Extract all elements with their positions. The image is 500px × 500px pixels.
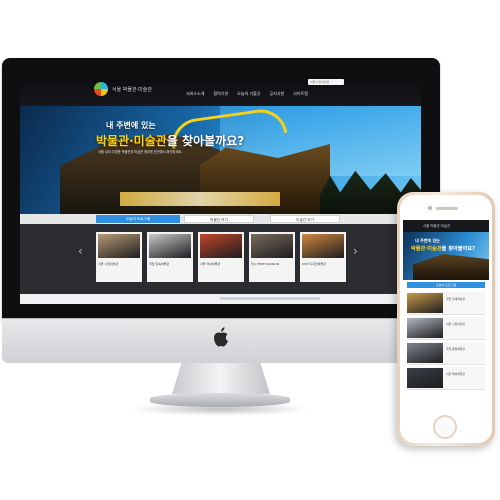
desktop-site-screen: 서울 박물관·미술관 서울시립미술관 서비스소개 협력기관 오늘의 가볼곳 공지… xyxy=(20,76,421,304)
mobile-hero-title-highlight: 박물관·미술관 xyxy=(411,246,442,252)
mobile-program-card[interactable]: 서울 역사박물관 xyxy=(407,367,485,390)
program-card[interactable]: 서울 역사박물관 xyxy=(198,232,244,282)
card-thumbnail xyxy=(302,234,344,258)
scrollbar-thumb[interactable] xyxy=(220,297,320,300)
nav-item-service[interactable]: 서비스소개 xyxy=(186,91,204,97)
mobile-card-thumbnail xyxy=(407,368,443,388)
tab-bar: 오늘의 프로그램 박물관 보기 미술관 보기 xyxy=(20,214,421,224)
card-caption: 서울 역사박물관 xyxy=(200,262,221,266)
main-nav: 서비스소개 협력기관 오늘의 가볼곳 공지사항 사이트맵 xyxy=(186,91,308,97)
site-logo[interactable]: 서울 박물관·미술관 xyxy=(94,82,152,96)
card-thumbnail xyxy=(149,234,191,258)
mobile-logo-text[interactable]: 서울 박물관·미술관 xyxy=(423,223,450,228)
hero-description: 서울 내의 다양한 박물관과 미술관 정보를 한곳에서 확인하세요. xyxy=(98,150,183,154)
hero-lights xyxy=(120,192,280,206)
apple-logo-icon xyxy=(214,327,228,347)
imac-stand-neck xyxy=(172,362,270,394)
mobile-hero-banner: 내 주변에 있는 박물관·미술관을 찾아볼까요? xyxy=(403,232,489,280)
logo-mark-icon xyxy=(94,82,108,96)
hero-banner: 내 주변에 있는 박물관·미술관을 찾아볼까요? 서울 내의 다양한 박물관과 … xyxy=(20,106,421,214)
mobile-header: 서울 박물관·미술관 xyxy=(403,220,489,232)
earpiece xyxy=(436,207,458,210)
tab-galleries[interactable]: 미술관 보기 xyxy=(270,215,340,223)
mobile-card-thumbnail xyxy=(407,318,443,338)
tab-today-program[interactable]: 오늘의 프로그램 xyxy=(96,215,180,223)
program-gallery: ‹ › 서울 시립미술관 국립 민속박물관 서울 역사박물관 전시 FREE P… xyxy=(20,224,421,294)
mobile-hero-building-image xyxy=(413,254,489,280)
mobile-hero-title: 박물관·미술관을 찾아볼까요? xyxy=(411,245,475,252)
card-caption: 전시 FREE PASSION xyxy=(251,262,279,266)
program-card[interactable]: 전시 FREE PASSION xyxy=(249,232,295,282)
gallery-scrollbar[interactable] xyxy=(20,294,421,304)
mobile-hero-subtitle: 내 주변에 있는 xyxy=(415,238,440,243)
hero-title: 박물관·미술관을 찾아볼까요? xyxy=(96,132,244,149)
program-card[interactable]: DDP 디자인박물관 xyxy=(300,232,346,282)
mobile-card-thumbnail xyxy=(407,343,443,363)
mobile-card-caption: 서울 시립미술관 xyxy=(446,322,465,326)
nav-item-notice[interactable]: 공지사항 xyxy=(270,91,285,97)
mobile-program-card[interactable]: 국립 현대미술관 xyxy=(407,292,485,315)
mobile-card-caption: 서울 역사박물관 xyxy=(446,372,465,376)
tab-museums[interactable]: 박물관 보기 xyxy=(184,215,254,223)
program-card[interactable]: 국립 민속박물관 xyxy=(147,232,193,282)
home-button[interactable] xyxy=(433,415,457,439)
card-caption: 국립 민속박물관 xyxy=(149,262,170,266)
card-thumbnail xyxy=(200,234,242,258)
card-thumbnail xyxy=(98,234,140,258)
hero-title-highlight: 박물관·미술관 xyxy=(96,134,167,148)
nav-item-partners[interactable]: 협력기관 xyxy=(213,91,228,97)
mobile-site-screen: 서울 박물관·미술관 내 주변에 있는 박물관·미술관을 찾아볼까요? 오늘의 … xyxy=(403,220,489,410)
mobile-tab-today-program[interactable]: 오늘의 프로그램 xyxy=(407,282,485,288)
nav-item-today[interactable]: 오늘의 가볼곳 xyxy=(237,91,260,97)
mobile-card-thumbnail xyxy=(407,293,443,313)
mobile-program-card[interactable]: 서울 시립미술관 xyxy=(407,317,485,340)
imac-stand-foot xyxy=(150,393,290,407)
program-card[interactable]: 서울 시립미술관 xyxy=(96,232,142,282)
logo-text: 서울 박물관·미술관 xyxy=(112,86,152,93)
card-thumbnail xyxy=(251,234,293,258)
mobile-card-caption: 국립 중앙박물관 xyxy=(446,347,465,351)
camera-icon xyxy=(428,206,432,210)
mobile-hero-title-rest: 을 찾아볼까요? xyxy=(441,246,476,252)
card-caption: 서울 시립미술관 xyxy=(98,262,119,266)
hero-title-rest: 을 찾아볼까요? xyxy=(166,134,245,148)
card-caption: DDP 디자인박물관 xyxy=(302,262,326,266)
mobile-program-card[interactable]: 국립 중앙박물관 xyxy=(407,342,485,365)
chevron-right-icon[interactable]: › xyxy=(353,244,358,258)
chevron-left-icon[interactable]: ‹ xyxy=(78,244,83,258)
site-header: 서울 박물관·미술관 서울시립미술관 서비스소개 협력기관 오늘의 가볼곳 공지… xyxy=(20,76,421,106)
nav-item-sitemap[interactable]: 사이트맵 xyxy=(293,91,308,97)
search-input[interactable]: 서울시립미술관 xyxy=(308,79,344,85)
mobile-card-caption: 국립 현대미술관 xyxy=(446,297,465,301)
hero-subtitle: 내 주변에 있는 xyxy=(106,121,156,130)
